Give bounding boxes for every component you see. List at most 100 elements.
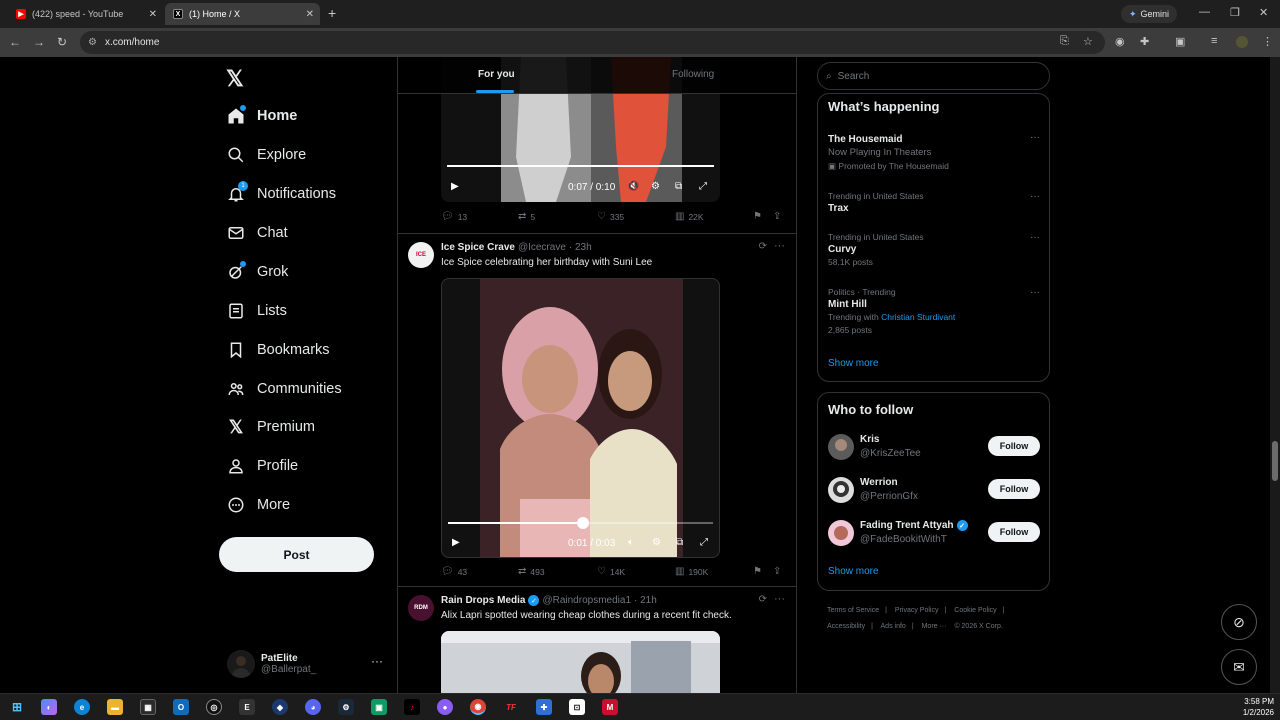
footer-link-ads[interactable]: Ads info [881,623,906,630]
footer-link-cookie[interactable]: Cookie Policy [954,607,996,614]
more-dots-icon[interactable]: ··· [774,240,785,252]
nav-communities[interactable]: Communities [226,377,342,401]
show-more-link[interactable]: Show more [828,358,879,369]
settings-icon[interactable]: ⚙ [652,537,661,548]
search-input[interactable]: ⌕ Search [817,62,1050,90]
share-button[interactable]: ⇪ [773,211,781,222]
fullscreen-icon[interactable]: ⤢ [700,537,708,548]
scrollbar-thumb[interactable] [1272,441,1278,481]
trend-item[interactable]: Politics · Trending Mint Hill Trending w… [828,287,1040,335]
avatar[interactable] [828,477,854,503]
nav-grok[interactable]: Grok [226,260,288,284]
pip-icon[interactable]: ⧉ [675,181,682,192]
app-icon[interactable]: ● [437,699,453,715]
nav-bookmarks[interactable]: Bookmarks [226,338,330,362]
author-name[interactable]: Rain Drops Media [441,595,525,606]
address-bar[interactable]: ⚙ x.com/home [80,31,1105,54]
post-time[interactable]: · 21h [634,595,657,606]
follow-suggestion[interactable]: Werrion @PerrionGfx Follow [828,475,1040,505]
nav-home[interactable]: Home [226,104,297,128]
gemini-button[interactable]: ✦ Gemini [1121,5,1178,23]
bookmark-button[interactable]: ⚑ [753,566,762,577]
post-time[interactable]: · 23h [569,242,592,253]
follow-button[interactable]: Follow [988,479,1040,499]
video-progress-bar[interactable] [447,165,714,167]
footer-link-privacy[interactable]: Privacy Policy [895,607,939,614]
capcut-icon[interactable]: ⊡ [569,699,585,715]
new-tab-icon[interactable]: + [328,5,336,21]
post-rain-drops-media[interactable]: RDM Rain Drops Media ✓ @Raindropsmedia1 … [398,586,796,693]
incognito-icon[interactable]: ◉ [1115,35,1125,48]
author-handle[interactable]: @Raindropsmedia1 [542,595,631,606]
star-icon[interactable]: ☆ [1083,35,1093,48]
post-button[interactable]: Post [219,537,374,572]
post-image[interactable] [441,631,720,693]
more-dots-icon[interactable]: ··· [1030,232,1040,243]
sidebar-icon[interactable]: ▣ [1175,35,1185,48]
store-icon[interactable]: ▦ [140,699,156,715]
share-button[interactable]: ⇪ [773,566,781,577]
close-icon[interactable]: ✕ [149,9,157,20]
edge-icon[interactable]: e [74,699,90,715]
app-icon[interactable]: ▣ [371,699,387,715]
app-icon[interactable]: TF [503,699,519,715]
nav-more[interactable]: More [226,493,290,517]
copilot-icon[interactable]: ◐ [41,699,57,715]
minimize-icon[interactable]: — [1199,6,1210,18]
site-info-icon[interactable]: ⚙ [88,37,97,48]
back-arrow-icon[interactable]: ← [9,35,21,49]
more-dots-icon[interactable]: ··· [371,654,383,668]
more-dots-icon[interactable]: ··· [1030,191,1040,202]
play-icon[interactable]: ▶ [452,537,460,548]
like-button[interactable]: ♡ 335 [597,211,624,222]
video-progress-bar[interactable] [448,517,713,529]
more-dots-icon[interactable]: ··· [774,593,785,605]
trend-link[interactable]: Christian Sturdivant [881,312,955,322]
post-video[interactable]: ▶ 0:01 / 0:03 🔈︎ ⚙ ⧉ ⤢ [441,278,720,558]
reload-icon[interactable]: ↻ [57,35,67,49]
profile-avatar[interactable] [1236,36,1248,48]
repost-button[interactable]: ⇄ 493 [518,566,545,577]
windows-start-icon[interactable]: ⊞ [9,699,25,715]
trend-item[interactable]: Trending in United States Trax ··· [828,191,1040,216]
grok-fab-button[interactable]: ⊘ [1221,604,1257,640]
footer-link-terms[interactable]: Terms of Service [827,607,879,614]
play-icon[interactable]: ▶ [451,181,459,192]
messages-fab-button[interactable]: ✉ [1221,649,1257,685]
author-handle[interactable]: @Icecrave [518,242,566,253]
post-ice-spice-crave[interactable]: ICE Ice Spice Crave @Icecrave · 23h ⟳ ··… [398,233,796,586]
nav-lists[interactable]: Lists [226,299,287,323]
avatar[interactable] [828,520,854,546]
reply-button[interactable]: 💬︎ 13 [441,211,467,222]
avatar[interactable]: RDM [408,595,434,621]
tab-youtube[interactable]: ▶ (422) speed - YouTube ✕ [8,3,163,25]
maximize-icon[interactable]: ❐ [1230,6,1240,19]
trend-item[interactable]: Trending in United States Curvy 58.1K po… [828,232,1040,267]
follow-suggestion[interactable]: Fading Trent Attyah ✓ @FadeBookitWithT Fo… [828,518,1040,548]
tab-for-you[interactable]: For you [478,69,515,80]
nav-explore[interactable]: Explore [226,143,306,167]
author-name[interactable]: Ice Spice Crave [441,242,515,253]
system-clock[interactable]: 3:58 PM 1/2/2026 [1243,696,1274,718]
nav-premium[interactable]: 𝕏 Premium [226,415,315,439]
reply-button[interactable]: 💬︎ 43 [441,566,467,577]
grok-icon[interactable]: ⟳ [759,594,767,605]
repost-button[interactable]: ⇄ 5 [518,211,535,222]
more-dots-icon[interactable]: ··· [1030,132,1040,143]
follow-button[interactable]: Follow [988,522,1040,542]
reading-list-icon[interactable]: ≡ [1211,35,1217,47]
avatar[interactable]: ICE [408,242,434,268]
pip-icon[interactable]: ⧉ [676,537,683,548]
nav-chat[interactable]: Chat [226,221,288,245]
window-close-icon[interactable]: ✕ [1259,6,1268,19]
volume-icon[interactable]: 🔈︎ [628,537,634,548]
mute-icon[interactable]: 🔇 [627,181,639,192]
footer-link-more[interactable]: More ··· [922,623,947,630]
chrome-icon[interactable]: ◉ [470,699,486,715]
app-icon[interactable]: ✚ [536,699,552,715]
x-logo-icon[interactable]: 𝕏 [226,66,244,92]
trend-item[interactable]: The Housemaid Now Playing In Theaters ▣ … [828,132,1040,172]
extensions-icon[interactable]: ✚ [1140,35,1149,48]
page-scrollbar[interactable] [1270,57,1280,693]
tiktok-icon[interactable]: ♪ [404,699,420,715]
